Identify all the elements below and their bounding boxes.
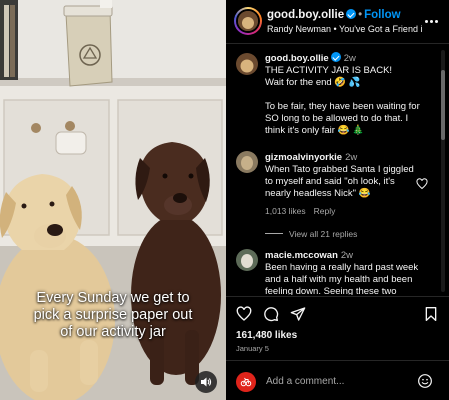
- header-username-row: good.boy.ollie • Follow: [267, 9, 401, 21]
- current-user-avatar: [236, 372, 256, 392]
- caption-line: of our activity jar: [60, 324, 166, 340]
- user-logo-icon: [240, 377, 252, 387]
- comment-time: 2w: [340, 250, 354, 261]
- bookmark-icon[interactable]: [423, 306, 439, 322]
- commenter-username[interactable]: macie.mccowan: [265, 250, 338, 261]
- avatar-image: [236, 151, 258, 173]
- comment-text: macie.mccowan 2w Been having a really har…: [265, 250, 435, 295]
- post-details-panel: good.boy.ollie • Follow Randy Newman • You…: [226, 0, 449, 400]
- header-username[interactable]: good.boy.ollie: [267, 9, 344, 21]
- comment-icon[interactable]: [263, 306, 279, 322]
- comment-line: to myself and said "oh look, it's: [265, 176, 395, 187]
- emoji-icon[interactable]: [417, 373, 433, 389]
- comment-meta: 1,013 likes Reply: [265, 205, 435, 217]
- comment-line: Been having a really hard past week: [265, 262, 419, 273]
- caption-line: Every Sunday we get to: [36, 290, 190, 306]
- caption-line: To be fair, they have been waiting for: [265, 101, 420, 112]
- avatar-image: [236, 53, 258, 75]
- comment-line: When Tato grabbed Santa I giggled: [265, 164, 414, 175]
- audio-track-link[interactable]: Randy Newman • You've Got a Friend in ..…: [267, 24, 422, 34]
- separator-dot: •: [358, 9, 363, 21]
- likes-count[interactable]: 161,480 likes: [236, 330, 297, 341]
- share-icon[interactable]: [290, 306, 306, 322]
- avatar-image: [236, 249, 258, 271]
- comment-line: feeling down. Seeing these two: [265, 286, 397, 295]
- comment-line: nearly headless Nick" 😂: [265, 188, 371, 199]
- comment-input[interactable]: [266, 372, 411, 390]
- caption-line: pick a surprise paper out: [33, 307, 193, 323]
- avatar-image: [238, 11, 258, 31]
- comment-like-heart-icon[interactable]: [416, 178, 428, 190]
- caption-line: think it's only fair 😂 🎄: [265, 125, 364, 136]
- comment-likes[interactable]: 1,013 likes: [265, 206, 306, 216]
- comment-time: 2w: [345, 152, 358, 163]
- verified-icon: [330, 52, 341, 62]
- caption-line: THE ACTIVITY JAR IS BACK!: [265, 65, 393, 76]
- caption-line: [265, 89, 435, 101]
- more-options-button[interactable]: [423, 13, 439, 29]
- more-icon: [424, 19, 438, 23]
- author-avatar[interactable]: [234, 7, 262, 35]
- caption-text: good.boy.ollie 2w THE ACTIVITY JAR IS BAC…: [265, 52, 435, 137]
- video-caption: Every Sunday we get to pick a surprise p…: [0, 290, 226, 341]
- caption-line: Wait for the end 🤣 💦: [265, 77, 361, 88]
- post-media[interactable]: Every Sunday we get to pick a surprise p…: [0, 0, 226, 400]
- heart-icon[interactable]: [236, 306, 252, 322]
- commenter-username[interactable]: gizmoalvinyorkie: [265, 152, 342, 163]
- reply-button[interactable]: Reply: [314, 206, 336, 216]
- comments-section[interactable]: good.boy.ollie 2w THE ACTIVITY JAR IS BAC…: [226, 45, 449, 295]
- commenter-avatar[interactable]: [236, 151, 258, 173]
- post-actions: 161,480 likes January 5: [226, 296, 449, 356]
- verified-icon: [346, 9, 357, 19]
- post-date: January 5: [236, 344, 269, 353]
- comment-text: gizmoalvinyorkie 2w When Tato grabbed San…: [265, 152, 435, 217]
- caption-username[interactable]: good.boy.ollie: [265, 53, 329, 64]
- scrollbar-thumb[interactable]: [441, 70, 445, 140]
- commenter-avatar[interactable]: [236, 249, 258, 271]
- mute-button[interactable]: [195, 371, 217, 393]
- volume-icon: [201, 377, 212, 387]
- post-header: good.boy.ollie • Follow Randy Newman • You…: [226, 0, 449, 44]
- comment-line: and a half with my health and been: [265, 274, 413, 285]
- view-replies-link[interactable]: View all 21 replies: [265, 229, 357, 239]
- add-comment-bar: [226, 360, 449, 400]
- caption-author-avatar[interactable]: [236, 53, 258, 75]
- follow-button[interactable]: Follow: [364, 9, 400, 21]
- comments-scrollbar[interactable]: [441, 50, 445, 292]
- caption-line: SO long to be allowed to do that. I: [265, 113, 409, 124]
- caption-time: 2w: [343, 53, 356, 64]
